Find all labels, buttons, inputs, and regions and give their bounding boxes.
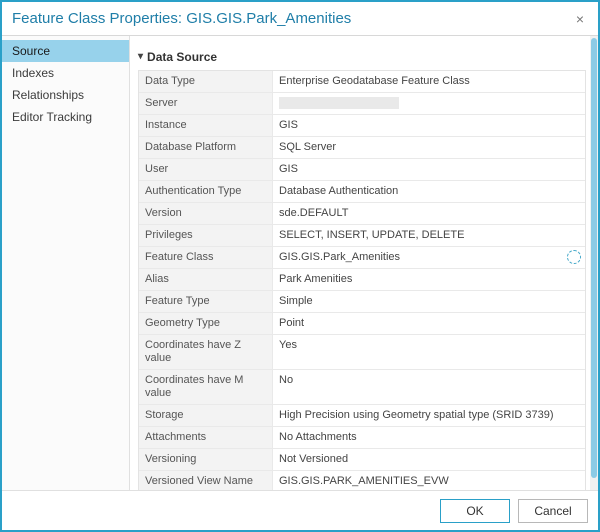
property-value: Enterprise Geodatabase Feature Class [273,71,585,92]
property-row: Database PlatformSQL Server [139,137,585,159]
sidebar-item-editor-tracking[interactable]: Editor Tracking [2,106,129,128]
scroll-pane: ▾ Data Source Data TypeEnterprise Geodat… [130,36,590,490]
chevron-down-icon: ▾ [138,51,143,62]
property-value: SELECT, INSERT, UPDATE, DELETE [273,225,585,246]
property-row: VersioningNot Versioned [139,449,585,471]
property-value [273,93,585,114]
property-row: Feature ClassGIS.GIS.Park_Amenities [139,247,585,269]
property-grid: Data TypeEnterprise Geodatabase Feature … [138,70,586,490]
property-value: GIS.GIS.Park_Amenities [273,247,585,268]
property-row: StorageHigh Precision using Geometry spa… [139,405,585,427]
property-label: Versioning [139,449,273,470]
property-row: PrivilegesSELECT, INSERT, UPDATE, DELETE [139,225,585,247]
sidebar-item-indexes[interactable]: Indexes [2,62,129,84]
property-row: Coordinates have M valueNo [139,370,585,405]
dialog-title: Feature Class Properties: GIS.GIS.Park_A… [12,10,566,27]
property-label: Attachments [139,427,273,448]
button-label: OK [466,504,483,518]
property-row: AttachmentsNo Attachments [139,427,585,449]
property-value: GIS.GIS.PARK_AMENITIES_EVW [273,471,585,490]
property-row: Feature TypeSimple [139,291,585,313]
close-button[interactable]: × [566,7,594,31]
property-label: Instance [139,115,273,136]
ok-button[interactable]: OK [440,499,510,523]
property-label: Data Type [139,71,273,92]
scrollbar-thumb[interactable] [591,38,597,478]
property-row: Data TypeEnterprise Geodatabase Feature … [139,71,585,93]
property-value: Database Authentication [273,181,585,202]
property-value: Park Amenities [273,269,585,290]
sidebar-item-label: Source [12,44,50,58]
property-label: Database Platform [139,137,273,158]
property-label: Feature Class [139,247,273,268]
property-label: Coordinates have Z value [139,335,273,369]
property-label: Authentication Type [139,181,273,202]
property-row: AliasPark Amenities [139,269,585,291]
property-label: Feature Type [139,291,273,312]
section-title: Data Source [147,50,217,64]
property-value: SQL Server [273,137,585,158]
sidebar-item-relationships[interactable]: Relationships [2,84,129,106]
close-icon: × [576,11,584,27]
property-value: GIS [273,115,585,136]
property-value: No Attachments [273,427,585,448]
vertical-scrollbar[interactable] [590,36,598,490]
property-value: Not Versioned [273,449,585,470]
section-header-data-source[interactable]: ▾ Data Source [138,46,586,70]
property-label: User [139,159,273,180]
sidebar-item-label: Editor Tracking [12,110,92,124]
property-row: Coordinates have Z valueYes [139,335,585,370]
dialog-body: Source Indexes Relationships Editor Trac… [2,36,598,490]
property-label: Privileges [139,225,273,246]
redacted-value [279,97,399,109]
sidebar-item-label: Relationships [12,88,84,102]
property-label: Versioned View Name [139,471,273,490]
property-row: Server [139,93,585,115]
property-row: Versionsde.DEFAULT [139,203,585,225]
feature-class-badge-icon[interactable] [567,250,581,264]
dialog-footer: OK Cancel [2,490,598,530]
property-value: No [273,370,585,404]
property-row: Versioned View NameGIS.GIS.PARK_AMENITIE… [139,471,585,490]
property-label: Geometry Type [139,313,273,334]
button-label: Cancel [534,504,571,518]
property-value: Point [273,313,585,334]
property-value: sde.DEFAULT [273,203,585,224]
property-row: Geometry TypePoint [139,313,585,335]
cancel-button[interactable]: Cancel [518,499,588,523]
property-label: Version [139,203,273,224]
property-value: GIS [273,159,585,180]
sidebar-item-source[interactable]: Source [2,40,129,62]
property-row: UserGIS [139,159,585,181]
sidebar-item-label: Indexes [12,66,54,80]
property-label: Server [139,93,273,114]
property-value: Yes [273,335,585,369]
titlebar: Feature Class Properties: GIS.GIS.Park_A… [2,2,598,36]
property-row: Authentication TypeDatabase Authenticati… [139,181,585,203]
property-value: Simple [273,291,585,312]
sidebar: Source Indexes Relationships Editor Trac… [2,36,130,490]
property-label: Storage [139,405,273,426]
property-label: Coordinates have M value [139,370,273,404]
properties-dialog: Feature Class Properties: GIS.GIS.Park_A… [0,0,600,532]
property-value: High Precision using Geometry spatial ty… [273,405,585,426]
content-pane: ▾ Data Source Data TypeEnterprise Geodat… [130,36,598,490]
property-label: Alias [139,269,273,290]
property-row: InstanceGIS [139,115,585,137]
